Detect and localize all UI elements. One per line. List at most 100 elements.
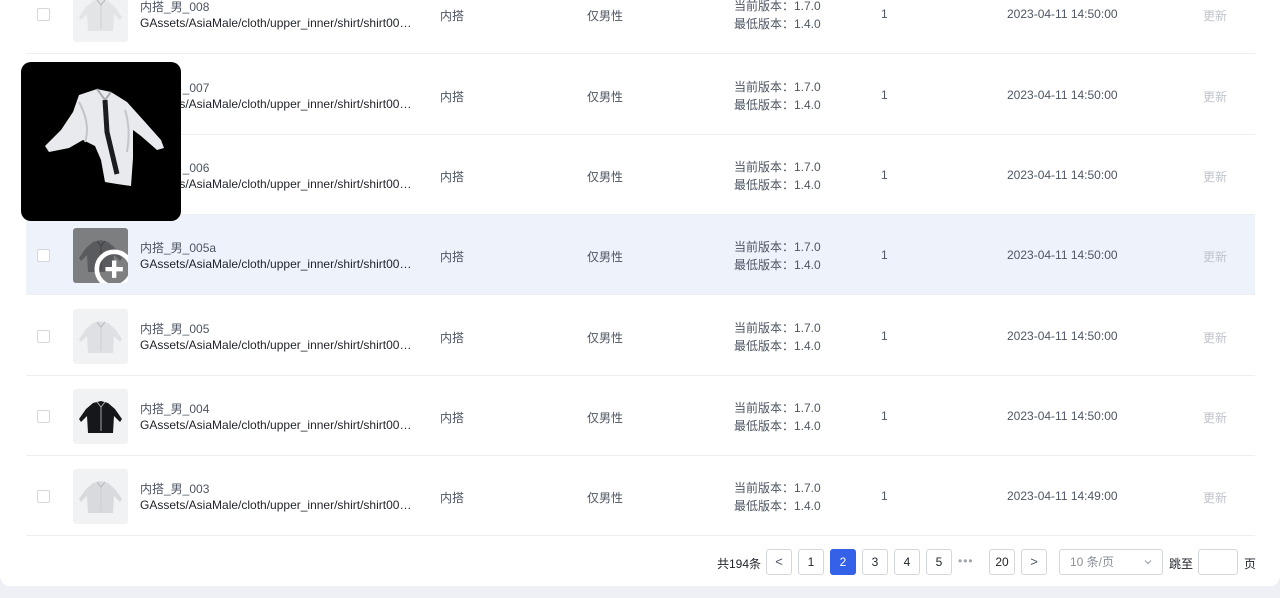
asset-path: GAssets/AsiaMale/cloth/upper_inner/shirt… (140, 16, 412, 30)
asset-version: 当前版本：1.7.0 最低版本：1.4.0 (734, 399, 821, 435)
table-row[interactable]: 内搭_男_005 GAssets/AsiaMale/cloth/upper_in… (26, 296, 1255, 376)
current-version: 当前版本：1.7.0 (734, 481, 821, 495)
min-version: 最低版本：1.4.0 (734, 178, 821, 192)
asset-path: GAssets/AsiaMale/cloth/upper_inner/shirt… (140, 498, 412, 512)
asset-table-panel: 内搭_男_008 GAssets/AsiaMale/cloth/upper_in… (0, 0, 1280, 586)
asset-gender: 仅男性 (587, 9, 624, 23)
total-count: 共194条 (717, 557, 762, 571)
asset-date: 2023-04-11 14:50:00 (1007, 168, 1118, 182)
asset-count: 1 (881, 88, 888, 102)
update-button[interactable]: 更新 (1203, 168, 1227, 185)
zoom-in-icon[interactable] (91, 246, 128, 283)
asset-gender: 仅男性 (587, 331, 624, 345)
current-version: 当前版本：1.7.0 (734, 321, 821, 335)
shirt-thumbnail-icon (79, 481, 122, 513)
row-checkbox[interactable] (37, 8, 50, 21)
current-version: 当前版本：1.7.0 (734, 80, 821, 94)
asset-version: 当前版本：1.7.0 最低版本：1.4.0 (734, 78, 821, 114)
min-version: 最低版本：1.4.0 (734, 339, 821, 353)
update-button[interactable]: 更新 (1203, 88, 1227, 105)
chevron-down-icon (1144, 560, 1152, 565)
table-row[interactable]: 内搭_男_004 GAssets/AsiaMale/cloth/upper_in… (26, 376, 1255, 456)
next-page-button[interactable]: > (1021, 549, 1047, 575)
page-ellipsis[interactable]: ••• (958, 554, 974, 568)
page-button-1[interactable]: 1 (798, 549, 824, 575)
asset-gender: 仅男性 (587, 491, 624, 505)
page-button-3[interactable]: 3 (862, 549, 888, 575)
prev-page-button[interactable]: < (766, 549, 792, 575)
asset-category: 内搭 (440, 491, 465, 505)
page-button-2[interactable]: 2 (830, 549, 856, 575)
table-row[interactable]: 内搭_男_008 GAssets/AsiaMale/cloth/upper_in… (26, 0, 1255, 54)
row-checkbox[interactable] (37, 490, 50, 503)
jump-page-input[interactable] (1198, 549, 1238, 575)
asset-thumbnail[interactable] (73, 389, 128, 444)
asset-name: 内搭_男_005a (140, 241, 217, 255)
table-row[interactable]: 内搭_男_003 GAssets/AsiaMale/cloth/upper_in… (26, 456, 1255, 536)
page-size-value: 10 条/页 (1070, 555, 1115, 569)
asset-count: 1 (881, 489, 888, 503)
asset-category: 内搭 (440, 411, 465, 425)
update-button[interactable]: 更新 (1203, 409, 1227, 426)
jump-label: 跳至 (1169, 557, 1194, 571)
min-version: 最低版本：1.4.0 (734, 419, 821, 433)
shirt-thumbnail-icon (79, 0, 122, 31)
update-button[interactable]: 更新 (1203, 7, 1227, 24)
image-preview-popup (21, 62, 181, 221)
current-version: 当前版本：1.7.0 (734, 240, 821, 254)
asset-path: GAssets/AsiaMale/cloth/upper_inner/shirt… (140, 338, 412, 352)
row-checkbox[interactable] (37, 410, 50, 423)
asset-category: 内搭 (440, 9, 465, 23)
asset-category: 内搭 (440, 90, 465, 104)
asset-thumbnail[interactable] (73, 309, 128, 364)
update-button[interactable]: 更新 (1203, 489, 1227, 506)
table-row[interactable]: 内搭_男_006 GAssets/AsiaMale/cloth/upper_in… (26, 135, 1255, 215)
page-button-5[interactable]: 5 (926, 549, 952, 575)
asset-thumbnail[interactable] (73, 0, 128, 42)
table-row[interactable]: 内搭_男_007 GAssets/AsiaMale/cloth/upper_in… (26, 55, 1255, 135)
page-size-select[interactable]: 10 条/页 (1059, 549, 1163, 575)
asset-gender: 仅男性 (587, 170, 624, 184)
asset-thumbnail[interactable] (73, 228, 128, 283)
row-checkbox[interactable] (37, 249, 50, 262)
asset-gender: 仅男性 (587, 250, 624, 264)
asset-gender: 仅男性 (587, 90, 624, 104)
page-button-4[interactable]: 4 (894, 549, 920, 575)
asset-version: 当前版本：1.7.0 最低版本：1.4.0 (734, 238, 821, 274)
asset-count: 1 (881, 409, 888, 423)
shirt-thumbnail-icon (79, 401, 122, 433)
asset-category: 内搭 (440, 250, 465, 264)
row-checkbox[interactable] (37, 330, 50, 343)
asset-version: 当前版本：1.7.0 最低版本：1.4.0 (734, 319, 821, 355)
current-version: 当前版本：1.7.0 (734, 0, 821, 13)
page-suffix-label: 页 (1244, 557, 1257, 571)
asset-version: 当前版本：1.7.0 最低版本：1.4.0 (734, 0, 821, 33)
table-row[interactable]: 内搭_男_005a GAssets/AsiaMale/cloth/upper_i… (26, 215, 1255, 295)
asset-path: GAssets/AsiaMale/cloth/upper_inner/shirt… (140, 418, 412, 432)
shirt-thumbnail-icon (79, 321, 122, 353)
page-button-last[interactable]: 20 (989, 549, 1015, 575)
current-version: 当前版本：1.7.0 (734, 160, 821, 174)
min-version: 最低版本：1.4.0 (734, 98, 821, 112)
asset-date: 2023-04-11 14:50:00 (1007, 329, 1118, 343)
asset-date: 2023-04-11 14:49:00 (1007, 489, 1118, 503)
asset-date: 2023-04-11 14:50:00 (1007, 88, 1118, 102)
asset-category: 内搭 (440, 331, 465, 345)
asset-name: 内搭_男_008 (140, 0, 210, 14)
asset-count: 1 (881, 168, 888, 182)
asset-path: GAssets/AsiaMale/cloth/upper_inner/shirt… (140, 257, 412, 271)
asset-count: 1 (881, 7, 888, 21)
pagination: 共194条 < 1 2 3 4 5 ••• 20 > 10 条/页 跳至 页 (0, 549, 1280, 575)
update-button[interactable]: 更新 (1203, 329, 1227, 346)
asset-name: 内搭_男_004 (140, 402, 210, 416)
min-version: 最低版本：1.4.0 (734, 499, 821, 513)
asset-version: 当前版本：1.7.0 最低版本：1.4.0 (734, 479, 821, 515)
asset-count: 1 (881, 329, 888, 343)
asset-count: 1 (881, 248, 888, 262)
asset-date: 2023-04-11 14:50:00 (1007, 7, 1118, 21)
min-version: 最低版本：1.4.0 (734, 17, 821, 31)
asset-date: 2023-04-11 14:50:00 (1007, 248, 1118, 262)
asset-thumbnail[interactable] (73, 469, 128, 524)
update-button[interactable]: 更新 (1203, 248, 1227, 265)
asset-version: 当前版本：1.7.0 最低版本：1.4.0 (734, 158, 821, 194)
